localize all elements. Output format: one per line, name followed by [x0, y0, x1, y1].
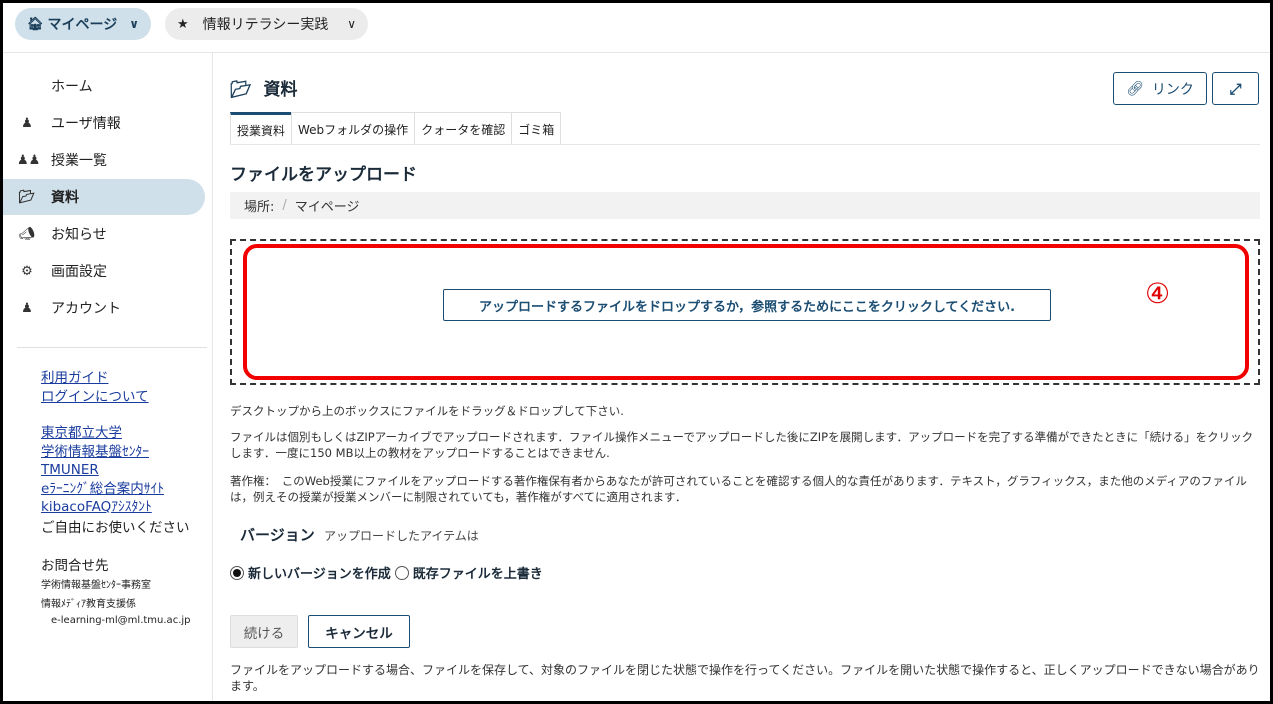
- tab-web-folder[interactable]: Webフォルダの操作: [291, 112, 416, 145]
- copyright-notice: 著作権： このWeb授業にファイルをアップロードする著作権保有者からあなたが許可…: [230, 474, 1247, 504]
- tabs-divider: [230, 144, 1260, 145]
- sidebar-item-materials[interactable]: 📂︎ 資料: [3, 179, 205, 215]
- guide-links: 利用ガイド ログインについて: [41, 369, 149, 406]
- sidebar-item-account[interactable]: ♟ アカウント: [3, 290, 205, 326]
- sidebar-item-label: お知らせ: [51, 227, 107, 243]
- link-kibaco-faq[interactable]: kibacoFAQｱｼｽﾀﾝﾄ: [41, 498, 164, 517]
- sidebar-item-announcements[interactable]: 📣︎ お知らせ: [3, 216, 205, 252]
- fullscreen-button[interactable]: ⤢: [1212, 72, 1259, 105]
- folder-open-icon: 📂︎: [230, 80, 252, 100]
- link-login-info[interactable]: ログインについて: [41, 388, 149, 407]
- megaphone-icon: 📣︎: [18, 226, 36, 242]
- page-title-text: 資料: [263, 80, 298, 100]
- mypage-label: マイページ: [47, 17, 118, 33]
- page-title: 📂︎ 資料: [230, 75, 298, 100]
- sidebar-item-label: 授業一覧: [51, 153, 107, 169]
- browse-files-button[interactable]: アップロードするファイルをドロップするか，参照するためにここをクリックしてくださ…: [443, 289, 1051, 321]
- section-title: ファイルをアップロード: [230, 165, 417, 185]
- sidebar-item-label: 画面設定: [51, 264, 107, 280]
- radio-overwrite[interactable]: [394, 565, 409, 580]
- link-button-label: リンク: [1151, 81, 1194, 98]
- contact-section: 情報ﾒﾃﾞｨｱ教育支援係: [41, 599, 136, 610]
- sidebar: ホーム ♟ ユーザ情報 ♟♟ 授業一覧 📂︎ 資料 📣︎ お知らせ ⚙ 画面設定…: [3, 53, 213, 701]
- version-title: バージョン: [240, 526, 315, 544]
- continue-button[interactable]: 続ける: [230, 615, 298, 648]
- contact-title: お問合せ先: [41, 558, 109, 574]
- chevron-down-icon: ∨: [129, 17, 139, 31]
- main-content: 📂︎ 資料 🔗︎ リンク ⤢ 授業資料 Webフォルダの操作 クォータを確認 ゴ…: [214, 53, 1270, 701]
- version-heading: バージョン アップロードしたアイテムは: [240, 524, 479, 545]
- user-icon: ♟: [21, 300, 33, 316]
- cancel-button[interactable]: キャンセル: [308, 615, 410, 648]
- breadcrumb-label: 場所:: [244, 200, 275, 215]
- radio-new-version-label[interactable]: 新しいバージョンを作成: [248, 563, 391, 582]
- breadcrumb: 場所: / マイページ: [230, 192, 1260, 219]
- link-button[interactable]: 🔗︎ リンク: [1113, 72, 1207, 105]
- tab-bar: 授業資料 Webフォルダの操作 クォータを確認 ゴミ箱: [230, 112, 562, 145]
- link-tmu[interactable]: 東京都立大学: [41, 424, 164, 443]
- link-icon: 🔗︎: [1126, 80, 1144, 97]
- link-tmuner[interactable]: TMUNER: [41, 461, 164, 480]
- file-dropzone[interactable]: アップロードするファイルをドロップするか，参照するためにここをクリックしてくださ…: [230, 239, 1260, 385]
- chevron-down-icon: ∨: [347, 17, 356, 31]
- external-links: 東京都立大学 学術情報基盤ｾﾝﾀｰ TMUNER eﾗｰﾆﾝｸﾞ総合案内ｻｲﾄ …: [41, 424, 164, 517]
- footer-note: ファイルをアップロードする場合、ファイルを保存して、対象のファイルを閉じた状態で…: [230, 663, 1260, 693]
- breadcrumb-separator: /: [282, 198, 287, 213]
- user-icon: ♟: [21, 115, 33, 131]
- home-icon: 🏠︎: [27, 16, 44, 32]
- sidebar-item-user-info[interactable]: ♟ ユーザ情報: [3, 105, 205, 141]
- top-bar: 🏠︎ マイページ ∨ ★ 情報リテラシー実践 ∨: [3, 3, 1270, 53]
- sidebar-item-label: ホーム: [51, 79, 93, 95]
- sidebar-item-label: アカウント: [51, 301, 121, 317]
- link-elearning-guide[interactable]: eﾗｰﾆﾝｸﾞ総合案内ｻｲﾄ: [41, 480, 164, 499]
- tab-course-materials[interactable]: 授業資料: [230, 112, 293, 145]
- link-user-guide[interactable]: 利用ガイド: [41, 369, 149, 388]
- sidebar-item-label: ユーザ情報: [51, 116, 121, 132]
- sidebar-item-courses[interactable]: ♟♟ 授業一覧: [3, 142, 205, 178]
- star-icon: ★: [177, 16, 189, 32]
- radio-new-version[interactable]: [230, 565, 244, 580]
- expand-icon: ⤢: [1229, 79, 1242, 98]
- step-marker: ④: [1145, 277, 1171, 310]
- radio-overwrite-label[interactable]: 既存ファイルを上書き: [413, 563, 543, 582]
- sidebar-item-home[interactable]: ホーム: [3, 68, 205, 104]
- tab-trash[interactable]: ゴミ箱: [511, 112, 562, 145]
- tab-quota[interactable]: クォータを確認: [414, 112, 513, 145]
- link-info-center[interactable]: 学術情報基盤ｾﾝﾀｰ: [41, 443, 164, 462]
- gear-icon: ⚙: [21, 263, 33, 279]
- breadcrumb-current: マイページ: [294, 200, 360, 215]
- free-use-text: ご自由にお使いください: [41, 520, 190, 536]
- upload-description: ファイルは個別もしくはZIPアーカイブでアップロードされます．ファイル操作メニュ…: [230, 430, 1254, 460]
- version-options: 新しいバージョンを作成 既存ファイルを上書き: [230, 563, 543, 582]
- course-label: 情報リテラシー実践: [202, 17, 329, 33]
- sidebar-divider: [17, 347, 207, 348]
- contact-email: e-learning-ml@ml.tmu.ac.jp: [51, 615, 191, 626]
- drag-drop-instruction: デスクトップから上のボックスにファイルをドラッグ＆ドロップして下さい.: [230, 404, 624, 418]
- users-icon: ♟♟: [17, 152, 41, 168]
- course-dropdown[interactable]: ★ 情報リテラシー実践 ∨: [165, 8, 368, 40]
- sidebar-item-label: 資料: [51, 190, 79, 206]
- version-subtitle: アップロードしたアイテムは: [323, 529, 479, 543]
- folder-open-icon: 📂︎: [18, 189, 36, 205]
- app-window: 🏠︎ マイページ ∨ ★ 情報リテラシー実践 ∨ ホーム ♟ ユーザ情報 ♟♟ …: [0, 0, 1273, 704]
- sidebar-item-display-settings[interactable]: ⚙ 画面設定: [3, 253, 205, 289]
- mypage-dropdown[interactable]: 🏠︎ マイページ ∨: [15, 8, 151, 40]
- contact-office: 学術情報基盤ｾﾝﾀｰ事務室: [41, 580, 151, 591]
